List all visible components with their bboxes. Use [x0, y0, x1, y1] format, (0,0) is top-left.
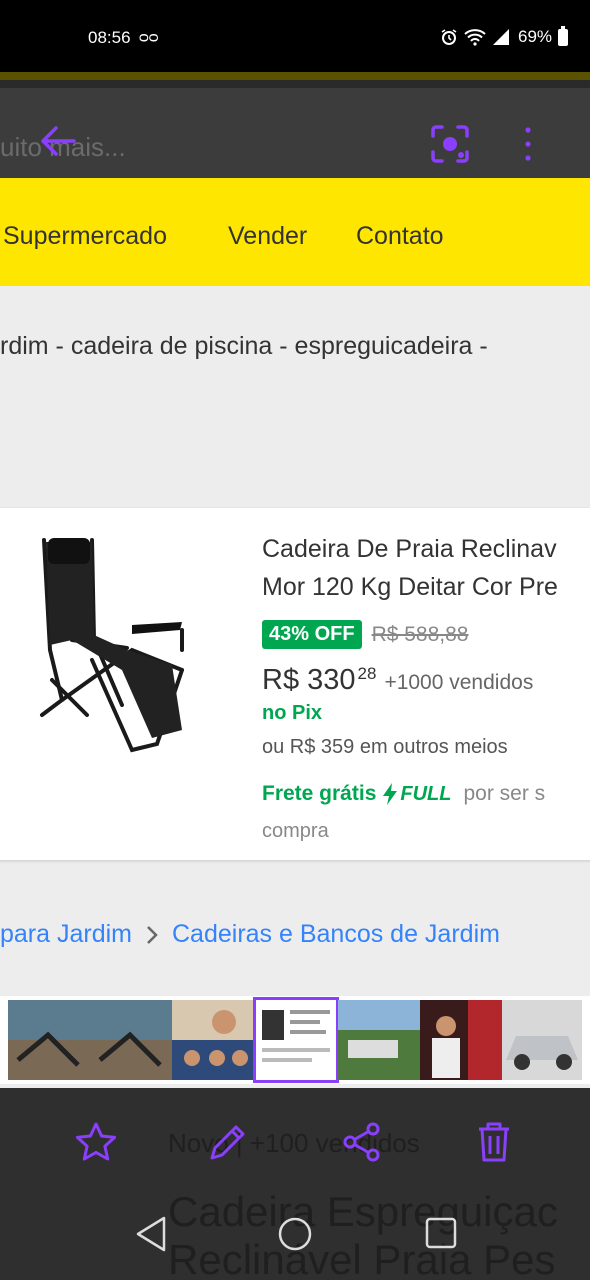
thumbnail-7[interactable] — [502, 1000, 582, 1080]
action-bar: Novo | +100 vendidos Cadeira Espreguiçac… — [0, 1088, 590, 1280]
web-page: uito mais... Supermercado Vender Contato… — [0, 72, 590, 1088]
alarm-icon — [441, 29, 457, 45]
ghost-title-line2: Reclinável Praia Pes — [168, 1236, 556, 1280]
system-recents-icon[interactable] — [424, 1216, 458, 1250]
star-icon[interactable] — [74, 1120, 118, 1164]
related-keywords[interactable]: rdim - cadeira de piscina - espreguicade… — [0, 332, 590, 361]
full-badge: FULL — [382, 783, 451, 806]
sold-count: +1000 vendidos — [384, 671, 534, 694]
thumbnail-1[interactable] — [8, 1000, 90, 1080]
shipping-extra-line2: compra — [262, 820, 329, 842]
product-title-line1: Cadeira De Praia Reclinav — [262, 535, 557, 563]
free-shipping-label: Frete grátis — [262, 782, 377, 805]
thumbnail-4-selected[interactable] — [253, 997, 339, 1083]
lightning-icon — [383, 783, 398, 805]
product-image[interactable] — [32, 530, 202, 760]
shipping-extra: por ser s — [463, 782, 546, 805]
chevron-right-icon — [147, 925, 158, 944]
nav-bar: Supermercado Vender Contato — [0, 178, 590, 286]
shipping-row: Frete grátis FULL por ser s — [262, 782, 545, 806]
status-icons: 69% — [440, 25, 569, 47]
pix-label: no Pix — [262, 702, 323, 724]
trash-icon[interactable] — [472, 1120, 516, 1164]
breadcrumb-cadeiras[interactable]: Cadeiras e Bancos de Jardim — [172, 920, 500, 949]
other-payment-price: ou R$ 359 em outros meios — [262, 736, 508, 758]
thumbnail-3[interactable] — [172, 1000, 254, 1080]
ghost-title-line1: Cadeira Espreguiçac — [168, 1188, 558, 1235]
edit-icon[interactable] — [206, 1120, 250, 1164]
system-back-icon[interactable] — [134, 1216, 168, 1252]
thumbnail-5[interactable] — [338, 1000, 420, 1080]
thumbnail-2[interactable] — [90, 1000, 172, 1080]
status-bar: 08:56 ᴑᴑ 69% — [0, 0, 590, 72]
status-time: 08:56 — [88, 28, 131, 47]
full-label: FULL — [400, 782, 452, 805]
price-row: R$ 330 28 +1000 vendidos — [262, 664, 533, 697]
nav-vender[interactable]: Vender — [228, 222, 307, 251]
breadcrumb-jardim[interactable]: para Jardim — [0, 920, 132, 949]
category-breadcrumb: para Jardim Cadeiras e Bancos de Jardim — [0, 920, 500, 949]
wifi-icon — [464, 29, 486, 46]
product-title[interactable]: Cadeira De Praia Reclinav Mor 120 Kg Dei… — [262, 530, 590, 606]
product-title-line2: Mor 120 Kg Deitar Cor Pre — [262, 573, 558, 601]
old-price: R$ 588,88 — [371, 622, 469, 646]
voicemail-icon: ᴑᴑ — [139, 29, 159, 46]
share-icon[interactable] — [340, 1120, 384, 1164]
price-value: R$ 330 — [262, 664, 356, 696]
price-cents: 28 — [357, 664, 377, 683]
thumbnail-strip — [0, 996, 590, 1084]
discount-badge: 43% OFF — [262, 620, 362, 649]
search-header: uito mais... — [0, 88, 590, 178]
nav-contato[interactable]: Contato — [356, 222, 444, 251]
product-card[interactable]: Cadeira De Praia Reclinav Mor 120 Kg Dei… — [0, 508, 590, 860]
header-strip — [0, 72, 590, 88]
discount-row: 43% OFF R$ 588,88 — [262, 620, 469, 649]
back-arrow-icon[interactable] — [38, 124, 78, 158]
lens-icon[interactable] — [430, 124, 470, 164]
more-vertical-icon[interactable] — [518, 124, 538, 164]
signal-icon — [493, 29, 509, 45]
system-home-icon[interactable] — [277, 1216, 313, 1252]
battery-icon — [558, 25, 569, 46]
battery-percent: 69% — [518, 27, 553, 46]
thumbnail-6[interactable] — [420, 1000, 502, 1080]
nav-supermercado[interactable]: Supermercado — [3, 222, 167, 251]
